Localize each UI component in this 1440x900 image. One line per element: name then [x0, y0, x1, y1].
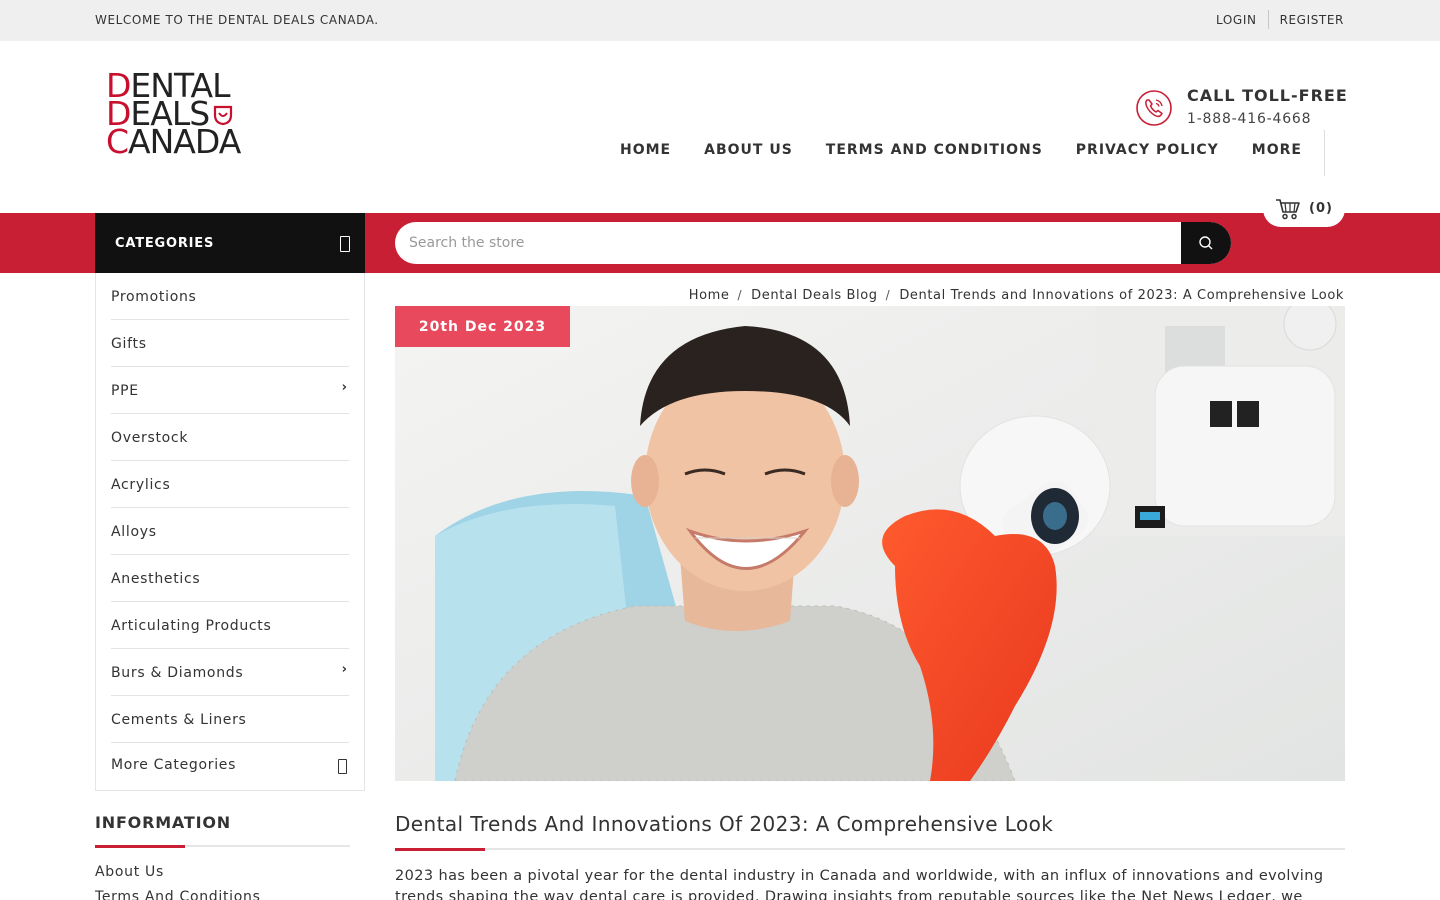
search-input[interactable]: [395, 222, 1181, 264]
breadcrumb-home[interactable]: Home: [689, 288, 730, 303]
divider: [1324, 130, 1325, 176]
login-link[interactable]: LOGIN: [1216, 13, 1257, 27]
category-item-overstock[interactable]: Overstock: [111, 414, 349, 461]
category-label: PPE: [111, 383, 139, 399]
category-label: Cements & Liners: [111, 712, 247, 728]
nav-more[interactable]: MORE: [1252, 142, 1302, 158]
divider: [1267, 10, 1269, 29]
site-logo[interactable]: D ENTAL D EALS C ANADA: [106, 69, 256, 162]
chevron-right-icon: ›: [341, 662, 347, 677]
category-label: Acrylics: [111, 477, 171, 493]
info-link-about-us[interactable]: About Us: [95, 864, 164, 880]
article-body: 2023 has been a pivotal year for the den…: [395, 868, 1324, 900]
article-hero-image: [395, 306, 1345, 781]
nav-home[interactable]: HOME: [620, 142, 671, 158]
categories-heading: CATEGORIES: [115, 236, 215, 251]
chevron-right-icon: ›: [341, 380, 347, 395]
category-label: Burs & Diamonds: [111, 665, 244, 681]
categories-toggle[interactable]: CATEGORIES: [95, 213, 365, 273]
category-list: Promotions Gifts PPE › Overstock Acrylics…: [95, 273, 365, 791]
heading-underline: [95, 845, 350, 848]
underline-accent: [395, 848, 485, 851]
more-categories-toggle[interactable]: More Categories: [111, 743, 349, 783]
menu-toggle-icon: [340, 236, 350, 252]
article-title: Dental Trends And Innovations Of 2023: A…: [395, 812, 1054, 836]
category-item-gifts[interactable]: Gifts: [111, 320, 349, 367]
cart-button[interactable]: (0): [1263, 190, 1345, 227]
welcome-message: WELCOME TO THE DENTAL DEALS CANADA.: [95, 13, 379, 27]
category-item-articulating-products[interactable]: Articulating Products: [111, 602, 349, 649]
category-item-ppe[interactable]: PPE ›: [111, 367, 349, 414]
category-item-alloys[interactable]: Alloys: [111, 508, 349, 555]
category-item-cements-liners[interactable]: Cements & Liners: [111, 696, 349, 743]
expand-icon: [338, 759, 347, 774]
smiling-patient-image: [395, 306, 1345, 781]
category-label: Anesthetics: [111, 571, 201, 587]
top-bar: WELCOME TO THE DENTAL DEALS CANADA. LOGI…: [0, 0, 1440, 41]
category-label: Alloys: [111, 524, 157, 540]
category-label: Articulating Products: [111, 618, 272, 634]
category-item-burs-diamonds[interactable]: Burs & Diamonds ›: [111, 649, 349, 696]
breadcrumb-blog[interactable]: Dental Deals Blog: [751, 288, 877, 303]
breadcrumb-separator: /: [885, 288, 891, 302]
category-label: Overstock: [111, 430, 189, 446]
title-underline: [395, 848, 1345, 851]
phone-icon: [1136, 90, 1172, 126]
more-categories-label: More Categories: [111, 757, 237, 773]
breadcrumb-current: Dental Trends and Innovations of 2023: A…: [899, 288, 1344, 303]
search-icon: [1199, 236, 1213, 250]
account-links: LOGIN REGISTER: [1216, 10, 1344, 29]
search-bar: [395, 222, 1231, 264]
category-item-anesthetics[interactable]: Anesthetics: [111, 555, 349, 602]
breadcrumb-separator: /: [737, 288, 743, 302]
search-button[interactable]: [1181, 222, 1231, 264]
breadcrumb: Home / Dental Deals Blog / Dental Trends…: [689, 288, 1344, 303]
nav-about-us[interactable]: ABOUT US: [704, 142, 793, 158]
nav-privacy[interactable]: PRIVACY POLICY: [1076, 142, 1219, 158]
main-navigation: HOME ABOUT US TERMS AND CONDITIONS PRIVA…: [620, 142, 1335, 158]
category-label: Promotions: [111, 289, 197, 305]
post-date-badge: 20th Dec 2023: [395, 306, 570, 347]
logo-text: ANADA: [128, 122, 241, 161]
call-toll-free-label: CALL TOLL-FREE: [1187, 86, 1348, 105]
info-link-terms[interactable]: Terms And Conditions: [95, 889, 261, 900]
underline-accent: [95, 845, 185, 848]
nav-terms[interactable]: TERMS AND CONDITIONS: [826, 142, 1043, 158]
register-link[interactable]: REGISTER: [1280, 13, 1344, 27]
category-item-acrylics[interactable]: Acrylics: [111, 461, 349, 508]
category-label: Gifts: [111, 336, 147, 352]
phone-number[interactable]: 1-888-416-4668: [1187, 111, 1311, 127]
information-heading: INFORMATION: [95, 813, 231, 832]
logo-initial: C: [106, 122, 129, 161]
category-item-promotions[interactable]: Promotions: [111, 273, 349, 320]
shopping-cart-icon: [1276, 198, 1300, 219]
cart-count: (0): [1309, 201, 1333, 216]
